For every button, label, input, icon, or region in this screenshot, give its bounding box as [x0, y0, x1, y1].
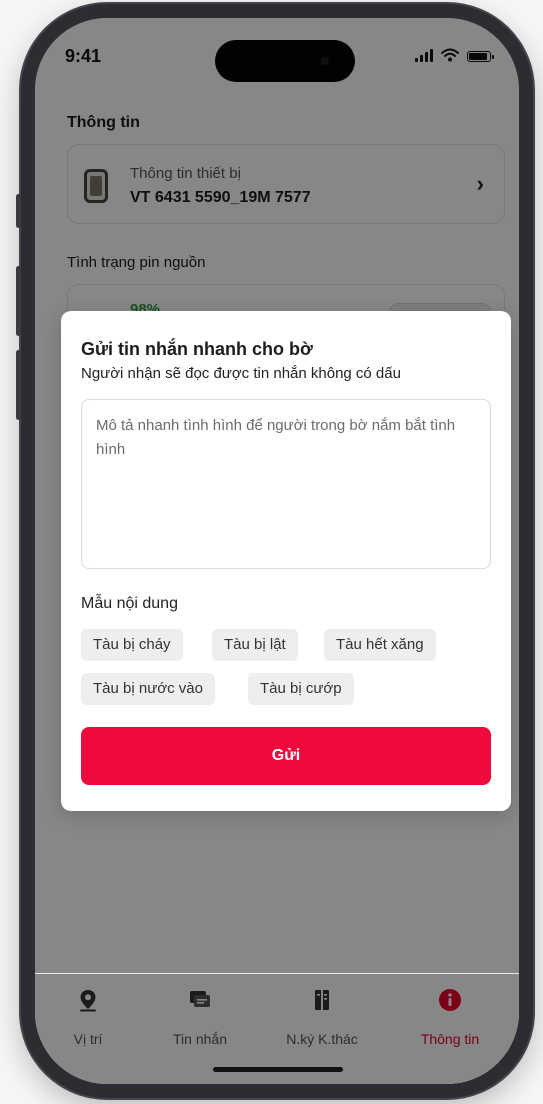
- templates-label: Mẫu nội dung: [81, 595, 178, 612]
- quick-message-modal: Gửi tin nhắn nhanh cho bờ Người nhận sẽ …: [61, 311, 511, 811]
- template-chip[interactable]: Tàu bị nước vào: [81, 673, 215, 705]
- tab-bar: Vị trí Tin nhắn N.ký K.thác Thông tin: [35, 973, 519, 1084]
- modal-title: Gửi tin nhắn nhanh cho bờ: [81, 339, 313, 359]
- template-chip[interactable]: Tàu bị cháy: [81, 629, 183, 661]
- send-button[interactable]: Gửi: [81, 727, 491, 785]
- home-indicator[interactable]: [213, 1067, 343, 1072]
- mute-switch: [16, 194, 21, 228]
- phone-frame: 9:41 Thông tin Thông tin thiết bị VT 643…: [16, 4, 533, 1098]
- modal-subtitle: Người nhận sẽ đọc được tin nhắn không có…: [81, 365, 401, 382]
- screen: 9:41 Thông tin Thông tin thiết bị VT 643…: [35, 18, 519, 1084]
- template-chip[interactable]: Tàu bị cướp: [248, 673, 354, 705]
- template-chip[interactable]: Tàu hết xăng: [324, 629, 436, 661]
- volume-down-button: [16, 350, 21, 420]
- volume-up-button: [16, 266, 21, 336]
- message-textarea[interactable]: Mô tả nhanh tình hình để người trong bờ …: [81, 399, 491, 569]
- template-chip[interactable]: Tàu bị lật: [212, 629, 298, 661]
